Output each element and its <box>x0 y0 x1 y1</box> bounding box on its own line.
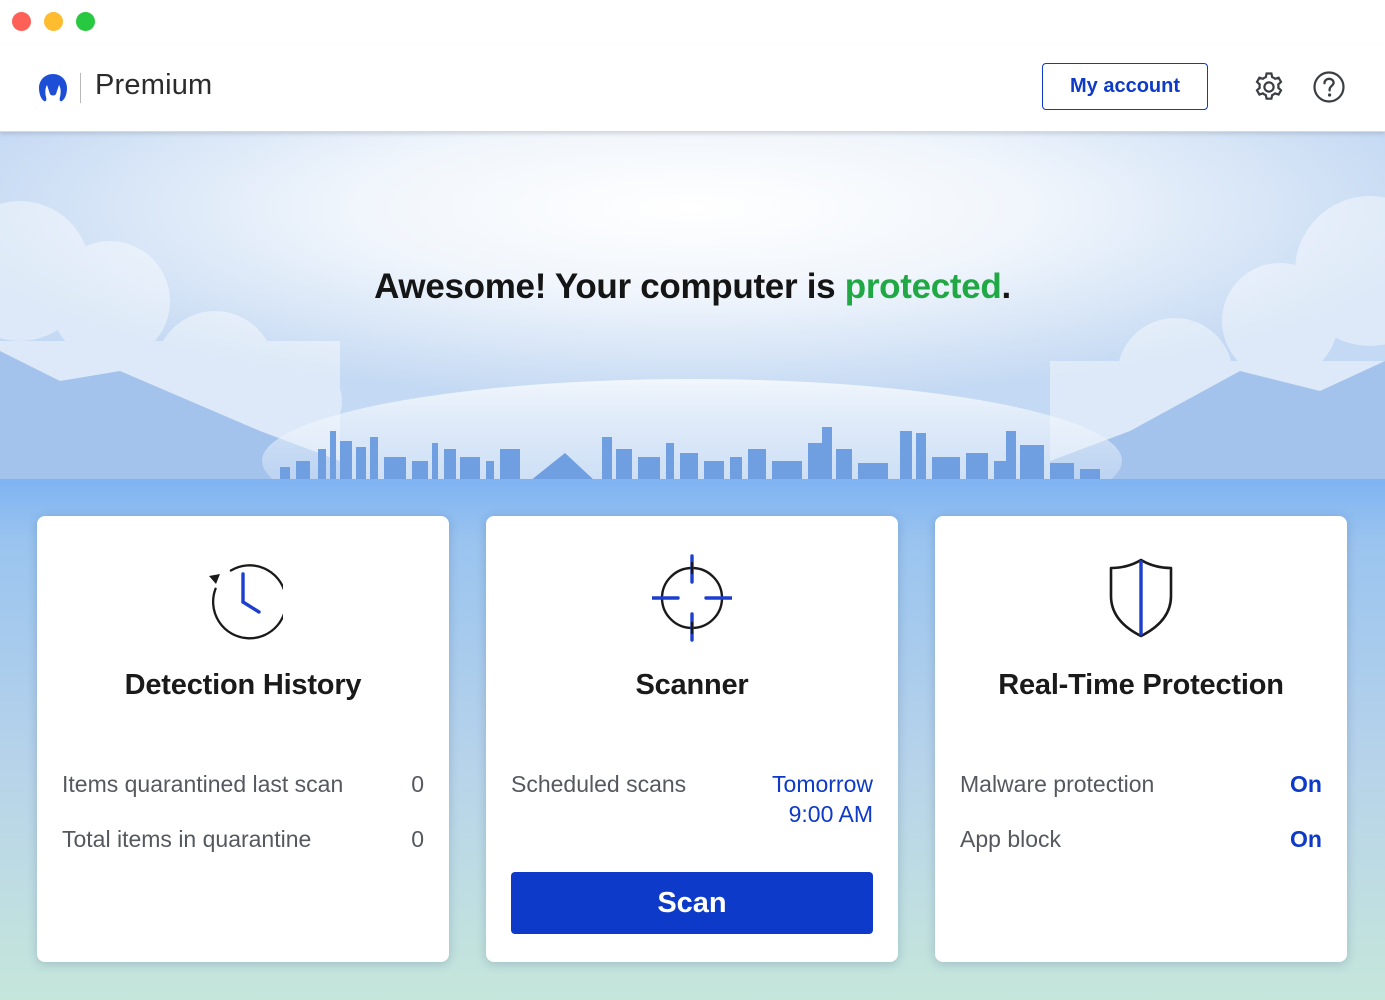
status-hero: Awesome! Your computer is protected. Det… <box>0 131 1385 1000</box>
window-controls <box>12 12 95 31</box>
minimize-window-button[interactable] <box>44 12 63 31</box>
protected-status-word: protected <box>844 267 1002 306</box>
total-quarantine-row: Total items in quarantine 0 <box>62 826 424 853</box>
row-label: Scheduled scans <box>511 771 687 797</box>
row-label: Total items in quarantine <box>62 826 312 852</box>
status-message-suffix: . <box>1001 267 1012 306</box>
app-window: Premium My account Awesome! Your compute… <box>0 0 1385 1000</box>
row-label: App block <box>960 826 1062 852</box>
row-value: 0 <box>411 826 424 852</box>
status-message-prefix: Awesome! Your computer is <box>374 267 845 306</box>
scheduled-scan-time[interactable]: Tomorrow 9:00 AM <box>772 769 873 829</box>
row-label: Items quarantined last scan <box>62 771 344 797</box>
close-window-button[interactable] <box>12 12 31 31</box>
my-account-button[interactable]: My account <box>1042 63 1208 110</box>
crosshair-icon <box>652 554 732 642</box>
card-title: Real-Time Protection <box>998 669 1284 701</box>
app-block-row[interactable]: App block On <box>960 826 1322 853</box>
scan-button[interactable]: Scan <box>511 872 873 934</box>
malware-protection-row[interactable]: Malware protection On <box>960 771 1322 798</box>
detection-history-card[interactable]: Detection History Items quarantined last… <box>37 516 449 962</box>
protection-status-message: Awesome! Your computer is protected. <box>0 267 1385 307</box>
scheduled-scans-row: Scheduled scans Tomorrow 9:00 AM <box>511 771 873 829</box>
row-value: 0 <box>411 771 424 797</box>
malware-protection-status[interactable]: On <box>1290 771 1322 798</box>
real-time-protection-card[interactable]: Real-Time Protection Malware protection … <box>935 516 1347 962</box>
card-title: Detection History <box>124 669 362 701</box>
quarantined-last-scan-row: Items quarantined last scan 0 <box>62 771 424 798</box>
scheduled-scan-day: Tomorrow <box>772 771 873 797</box>
app-header: Premium My account <box>0 44 1385 132</box>
scheduled-scan-hour: 9:00 AM <box>788 801 873 827</box>
product-name: Premium <box>95 69 213 101</box>
app-block-status[interactable]: On <box>1290 826 1322 853</box>
clock-history-icon <box>209 564 283 640</box>
card-title: Scanner <box>635 669 749 701</box>
scanner-card[interactable]: Scanner Scheduled scans Tomorrow 9:00 AM… <box>486 516 898 962</box>
shield-icon <box>1109 558 1173 638</box>
question-circle-icon[interactable] <box>1312 70 1346 104</box>
malwarebytes-logo-icon <box>39 74 67 102</box>
row-label: Malware protection <box>960 771 1155 797</box>
maximize-window-button[interactable] <box>76 12 95 31</box>
logo-divider <box>80 73 81 103</box>
gear-icon[interactable] <box>1252 70 1286 104</box>
